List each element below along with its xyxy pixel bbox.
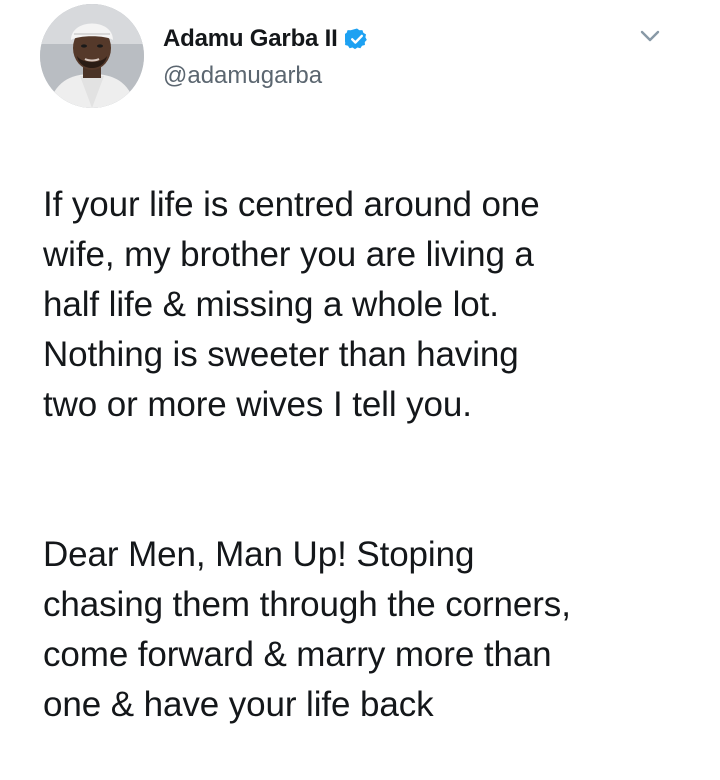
verified-badge-icon — [342, 27, 369, 51]
tweet-card: Adamu Garba II @adamugarba If your life … — [0, 0, 720, 724]
tweet-text: If your life is centred around one wife,… — [43, 130, 703, 780]
author-display-name[interactable]: Adamu Garba II — [163, 25, 338, 53]
tweet-paragraph: If your life is centred around one wife,… — [43, 185, 540, 424]
tweet-paragraph: Dear Men, Man Up! Stoping chasing them t… — [43, 535, 571, 724]
avatar-photo — [40, 4, 144, 108]
avatar[interactable] — [40, 4, 144, 108]
author-handle[interactable]: @adamugarba — [163, 62, 322, 90]
author-name-row[interactable]: Adamu Garba II — [163, 24, 369, 54]
chevron-down-icon[interactable] — [636, 22, 664, 50]
